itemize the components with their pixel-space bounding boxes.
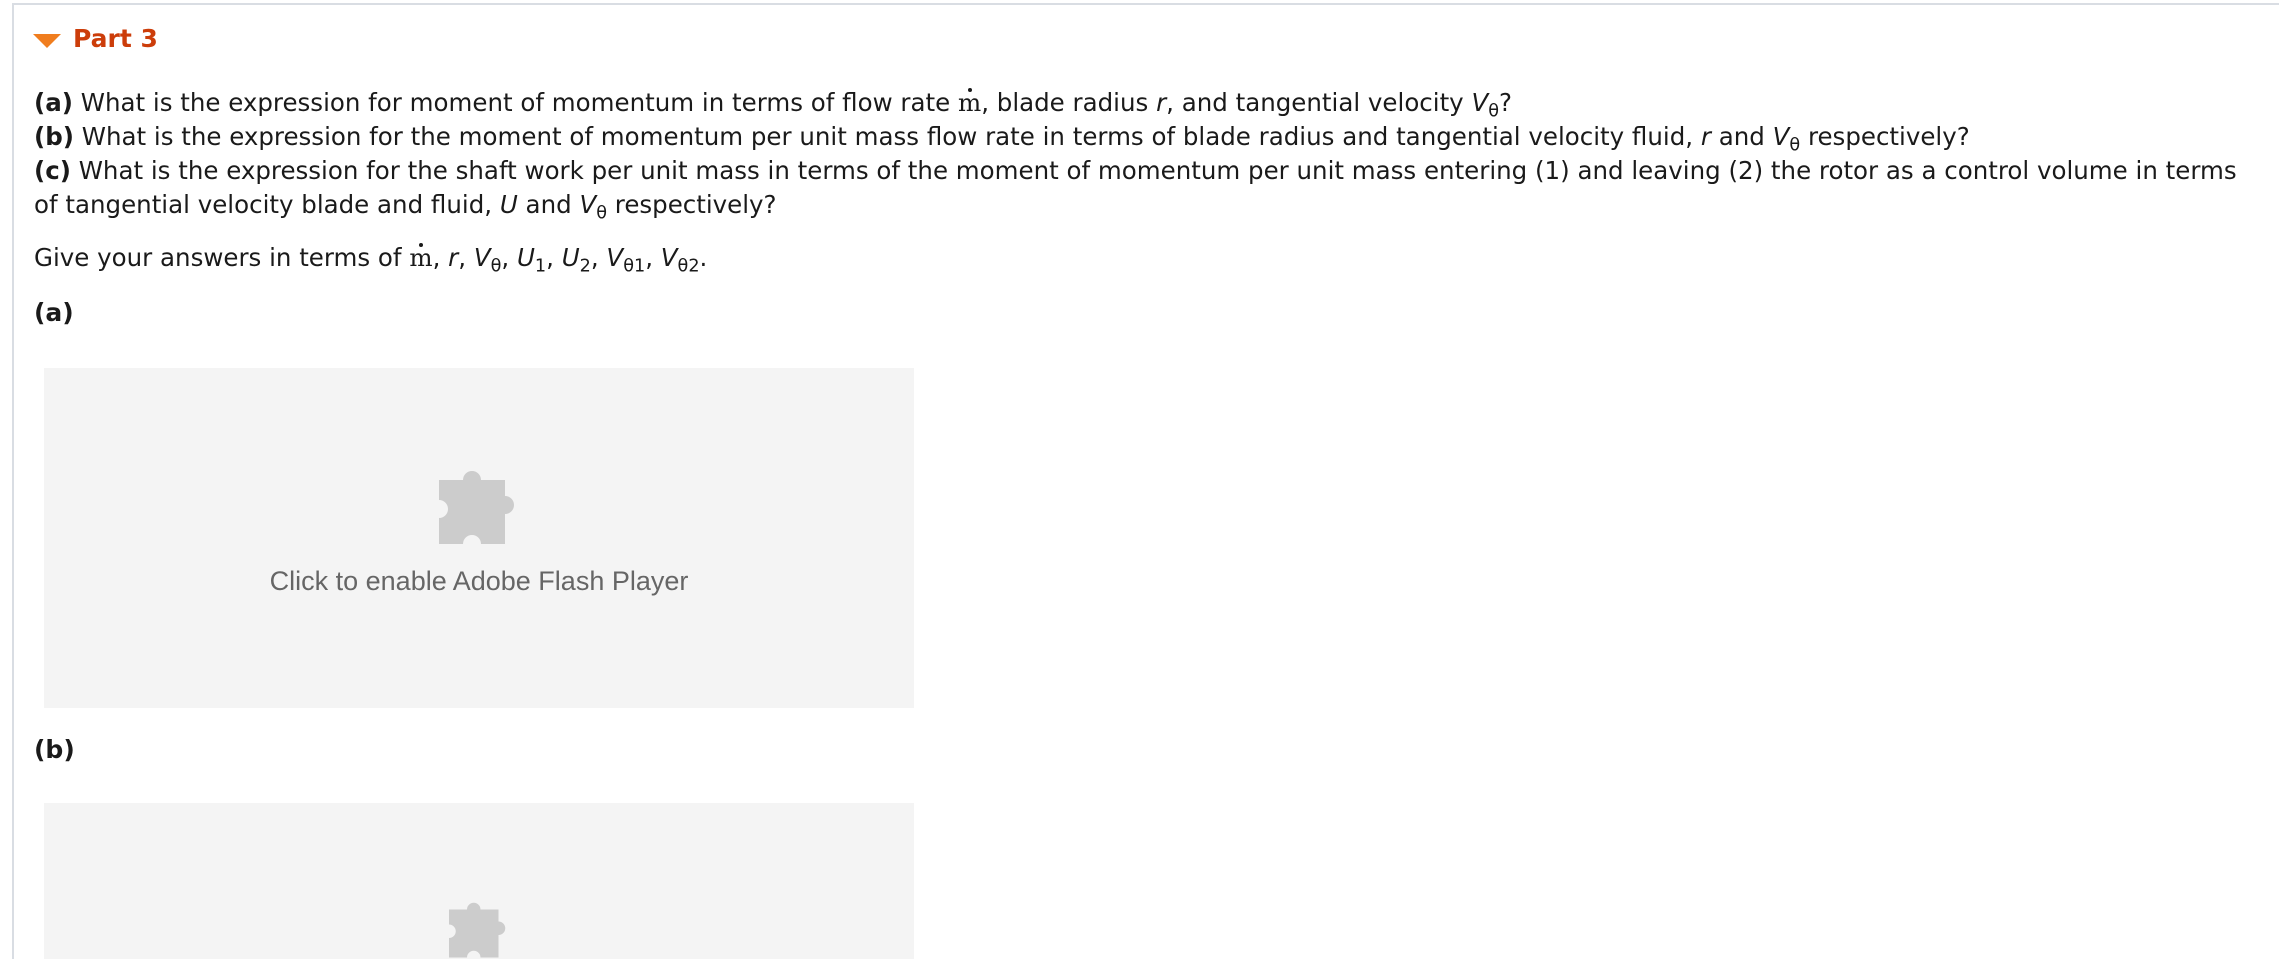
part-title: Part 3 xyxy=(73,24,158,53)
question-c-text-3: respectively? xyxy=(607,190,777,219)
symbol-r: r xyxy=(448,243,459,272)
symbol-theta-sub: θ xyxy=(1789,135,1801,156)
question-c-text-2: and xyxy=(517,190,580,219)
subscript-2: 2 xyxy=(579,256,591,277)
symbol-u: U xyxy=(516,243,535,272)
symbol-r: r xyxy=(1700,122,1711,151)
sep: , xyxy=(546,243,562,272)
instructions-text: Give your answers in terms of xyxy=(34,243,410,272)
sep: , xyxy=(645,243,661,272)
question-a-text-4: ? xyxy=(1499,88,1513,117)
question-a-text-2: , blade radius xyxy=(981,88,1157,117)
subscript-theta2: θ2 xyxy=(677,256,700,277)
symbol-v: V xyxy=(579,190,597,219)
symbol-theta-sub: θ xyxy=(490,256,502,277)
answer-instructions: Give your answers in terms of m, r, Vθ, … xyxy=(34,241,707,275)
part-toggle[interactable]: Part 3 xyxy=(33,24,158,53)
flash-enable-text: Click to enable Adobe Flash Player xyxy=(269,566,689,596)
question-c: (c) What is the expression for the shaft… xyxy=(34,154,2264,222)
sep: , xyxy=(432,243,449,272)
answer-a-label: (a) xyxy=(34,298,74,327)
symbol-u: U xyxy=(561,243,580,272)
flash-placeholder-a[interactable]: Click to enable Adobe Flash Player xyxy=(44,368,914,708)
question-a-text: What is the expression for moment of mom… xyxy=(72,88,958,117)
flash-placeholder-b[interactable] xyxy=(44,803,914,959)
question-c-tag: (c) xyxy=(34,156,71,185)
symbol-v: V xyxy=(606,243,624,272)
question-b: (b) What is the expression for the momen… xyxy=(34,120,1970,154)
symbol-v: V xyxy=(473,243,491,272)
subscript-theta1: θ1 xyxy=(623,256,646,277)
puzzle-piece-icon xyxy=(439,471,514,544)
chevron-down-icon[interactable] xyxy=(33,33,61,48)
symbol-r: r xyxy=(1156,88,1167,117)
sep: , xyxy=(501,243,517,272)
symbol-v: V xyxy=(1471,88,1489,117)
period: . xyxy=(699,243,708,272)
subscript-1: 1 xyxy=(534,256,547,277)
question-a-tag: (a) xyxy=(34,88,73,117)
question-b-text-3: respectively? xyxy=(1800,122,1970,151)
symbol-theta-sub: θ xyxy=(1488,101,1500,122)
m-dot-symbol: m xyxy=(958,86,981,120)
question-b-text-2: and xyxy=(1710,122,1773,151)
sep: , xyxy=(458,243,474,272)
symbol-v: V xyxy=(660,243,678,272)
question-a-text-3: , and tangential velocity xyxy=(1166,88,1472,117)
symbol-theta-sub: θ xyxy=(596,203,607,224)
symbol-v: V xyxy=(1772,122,1790,151)
m-dot-symbol: m xyxy=(409,241,433,275)
question-a: (a) What is the expression for moment of… xyxy=(34,86,1512,120)
question-b-tag: (b) xyxy=(34,122,74,151)
answer-b-label: (b) xyxy=(34,735,75,764)
puzzle-piece-icon xyxy=(449,902,506,958)
sep: , xyxy=(590,243,607,272)
question-c-text: What is the expression for the shaft wor… xyxy=(34,156,2237,219)
question-b-text: What is the expression for the moment of… xyxy=(73,122,1701,151)
symbol-u: U xyxy=(499,190,518,219)
